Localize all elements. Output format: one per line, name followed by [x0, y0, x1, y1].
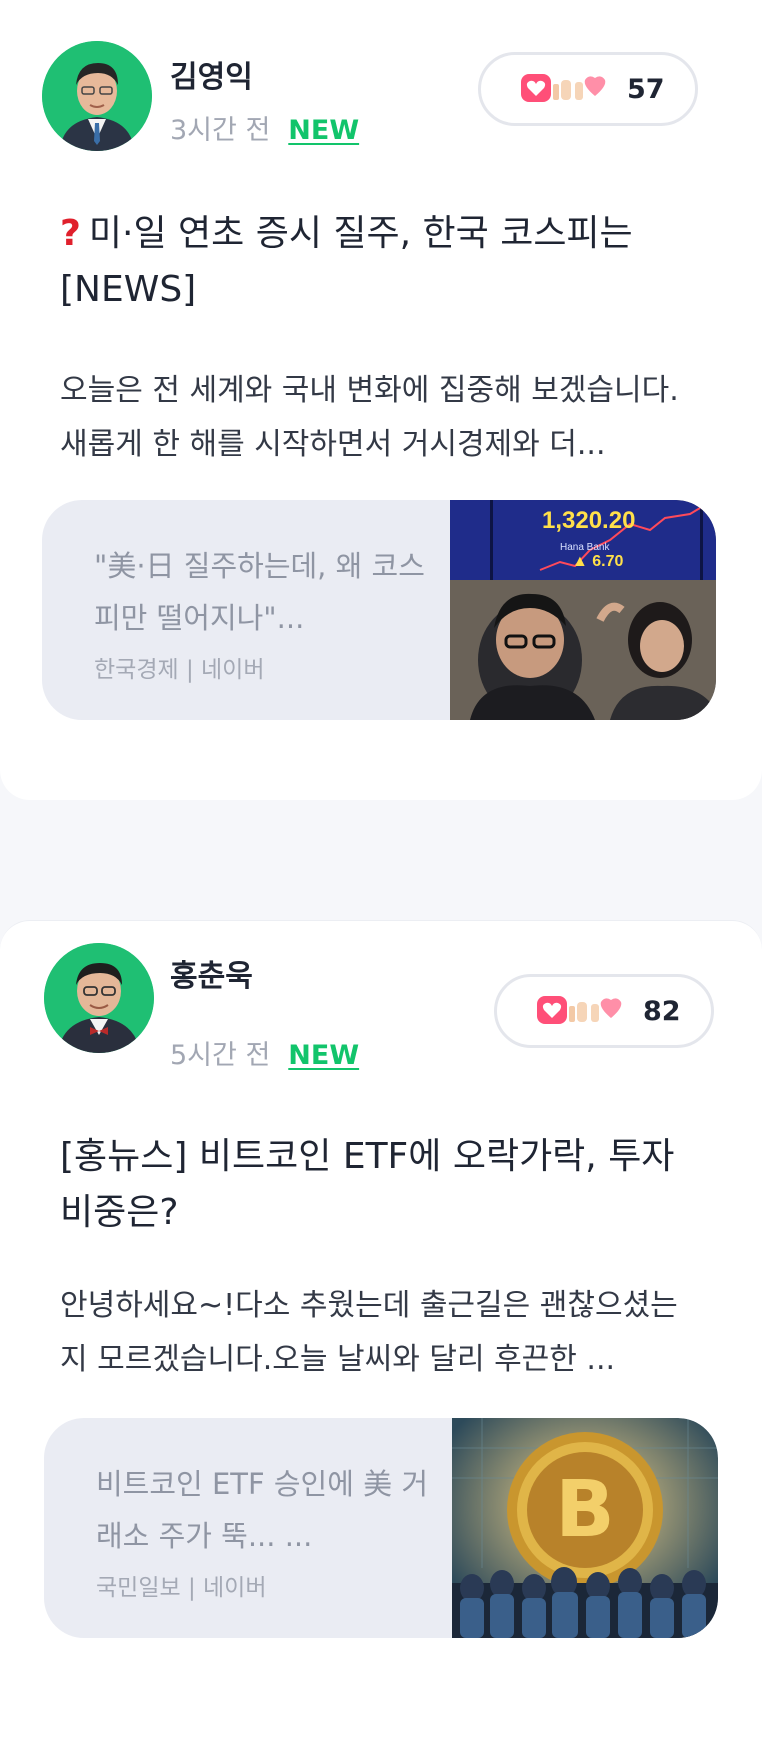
- post-meta: 5시간 전 NEW: [170, 1033, 359, 1072]
- link-preview-card[interactable]: "美·日 질주하는데, 왜 코스피만 떨어지나"... 한국경제 | 네이버 1…: [42, 500, 716, 720]
- post-time: 3시간 전: [170, 115, 271, 146]
- clap-reaction-icon: [591, 998, 622, 1022]
- reaction-button[interactable]: 57: [478, 52, 698, 126]
- link-thumbnail: B: [452, 1418, 718, 1638]
- author-name[interactable]: 김영익: [170, 52, 253, 96]
- link-thumbnail: 1,320.20 Hana Bank ▲ 6.70: [450, 500, 716, 720]
- thumb-brand: Hana Bank: [560, 542, 610, 553]
- reaction-button[interactable]: 82: [494, 974, 714, 1048]
- post-time: 5시간 전: [170, 1040, 271, 1071]
- author-name[interactable]: 홍춘욱: [170, 951, 253, 995]
- thumbs-up-reaction-icon: [569, 1002, 587, 1022]
- clap-reaction-icon: [575, 76, 606, 100]
- link-headline: "美·日 질주하는데, 왜 코스피만 떨어지나"...: [94, 549, 425, 635]
- link-headline: 비트코인 ETF 승인에 美 거래소 주가 뚝... ...: [96, 1467, 429, 1553]
- post-title[interactable]: [홍뉴스] 비트코인 ETF에 오락가락, 투자 비중은?: [60, 1129, 710, 1241]
- link-preview-card[interactable]: 비트코인 ETF 승인에 美 거래소 주가 뚝... ... 국민일보 | 네이…: [44, 1418, 718, 1638]
- author-avatar[interactable]: [42, 41, 152, 151]
- link-source: 한국경제 | 네이버: [94, 657, 265, 683]
- svg-text:B: B: [555, 1465, 614, 1555]
- reaction-icons: [519, 72, 615, 106]
- post-card[interactable]: 홍춘욱 5시간 전 NEW 82 [홍뉴스] 비트코인 ETF에 오락가락, 투…: [0, 920, 762, 1740]
- heart-reaction-icon: [521, 74, 551, 102]
- thumb-index-change: ▲ 6.70: [572, 553, 624, 570]
- post-card[interactable]: 김영익 3시간 전 NEW 57 ? 미·일 연초 증시 질주, 한국 코스피는…: [0, 0, 762, 800]
- author-avatar[interactable]: [44, 943, 154, 1053]
- new-badge: NEW: [288, 1040, 360, 1071]
- thumb-index-value: 1,320.20: [542, 507, 635, 534]
- post-meta: 3시간 전 NEW: [170, 108, 359, 147]
- heart-reaction-icon: [537, 996, 567, 1024]
- post-title[interactable]: ? 미·일 연초 증시 질주, 한국 코스피는 [NEWS]: [60, 206, 710, 318]
- thumbs-up-reaction-icon: [553, 80, 571, 100]
- post-summary[interactable]: 안녕하세요~!다소 추웠는데 출근길은 괜찮으셨는지 모르겠습니다.오늘 날씨와…: [60, 1279, 700, 1387]
- post-summary[interactable]: 오늘은 전 세계와 국내 변화에 집중해 보겠습니다. 새롭게 한 해를 시작하…: [60, 364, 700, 472]
- link-source: 국민일보 | 네이버: [96, 1575, 267, 1601]
- new-badge: NEW: [288, 115, 360, 146]
- question-mark-icon: ?: [60, 213, 81, 254]
- post-title-text: 미·일 연초 증시 질주, 한국 코스피는 [NEWS]: [60, 213, 633, 310]
- reaction-count: 82: [643, 995, 681, 1027]
- reaction-count: 57: [627, 73, 665, 105]
- reaction-icons: [535, 994, 631, 1028]
- feed: 김영익 3시간 전 NEW 57 ? 미·일 연초 증시 질주, 한국 코스피는…: [0, 0, 762, 1740]
